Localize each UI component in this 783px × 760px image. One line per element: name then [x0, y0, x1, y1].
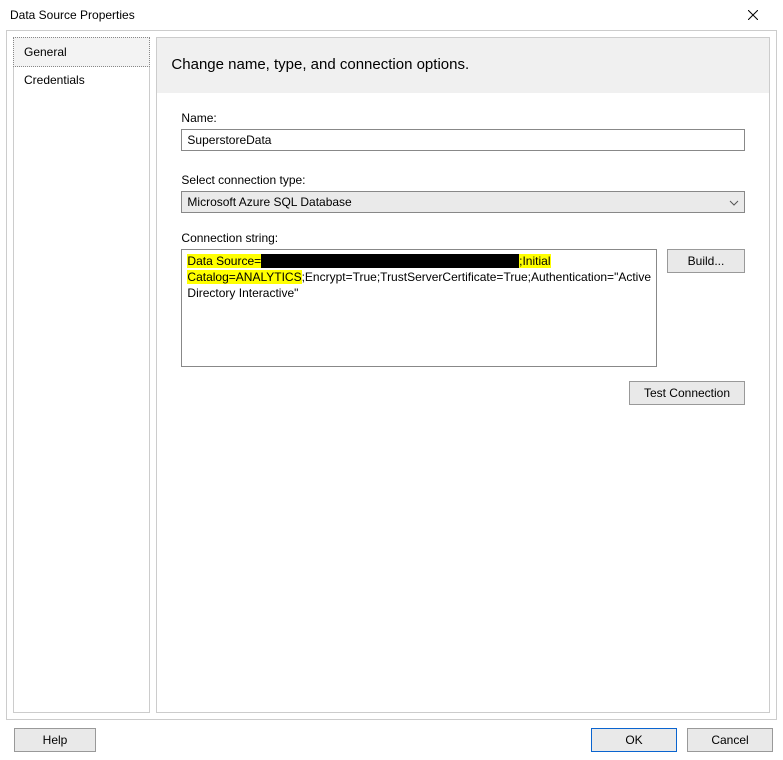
build-button[interactable]: Build... [667, 249, 745, 273]
dropdown-value: Microsoft Azure SQL Database [187, 195, 351, 209]
window-title: Data Source Properties [10, 8, 135, 22]
name-label: Name: [181, 111, 755, 125]
dialog-body: General Credentials Change name, type, a… [6, 30, 777, 720]
panel-heading: Change name, type, and connection option… [157, 38, 769, 93]
titlebar: Data Source Properties [0, 0, 783, 30]
highlighted-text: Data Source= [187, 254, 261, 268]
chevron-down-icon [729, 195, 739, 209]
redacted-text [261, 254, 519, 268]
test-connection-button[interactable]: Test Connection [629, 381, 745, 405]
tab-label: Credentials [24, 73, 85, 87]
close-icon[interactable] [733, 0, 773, 30]
sidebar: General Credentials [13, 37, 150, 713]
name-input[interactable] [181, 129, 745, 151]
help-button[interactable]: Help [14, 728, 96, 752]
main-panel: Change name, type, and connection option… [156, 37, 770, 713]
tab-general[interactable]: General [13, 37, 150, 67]
connection-type-dropdown[interactable]: Microsoft Azure SQL Database [181, 191, 745, 213]
connection-string-label: Connection string: [181, 231, 755, 245]
dialog-footer: Help OK Cancel [0, 720, 783, 760]
tab-label: General [24, 45, 67, 59]
connection-string-input[interactable]: Data Source=;Initial Catalog=ANALYTICS;E… [181, 249, 657, 367]
ok-button[interactable]: OK [591, 728, 677, 752]
cancel-button[interactable]: Cancel [687, 728, 773, 752]
tab-credentials[interactable]: Credentials [14, 66, 149, 95]
connection-type-label: Select connection type: [181, 173, 755, 187]
panel-body: Name: Select connection type: Microsoft … [157, 93, 769, 712]
